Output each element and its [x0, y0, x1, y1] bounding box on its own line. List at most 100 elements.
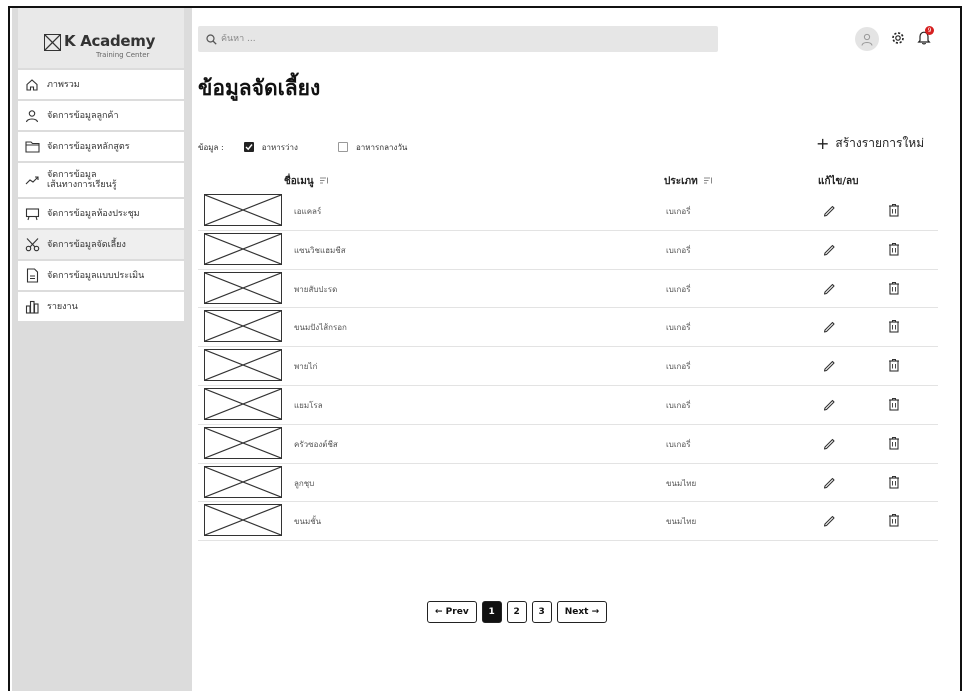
- logo-text: K Academy: [64, 32, 156, 50]
- menu-type-cell: ขนมไทย: [666, 517, 697, 527]
- logo[interactable]: K Academy Training Center: [44, 32, 164, 64]
- pencil-icon[interactable]: [822, 474, 836, 493]
- user-icon: [24, 108, 40, 124]
- image-placeholder: [204, 465, 282, 498]
- sidebar-item-overview[interactable]: ภาพรวม: [18, 70, 184, 101]
- pencil-icon[interactable]: [822, 318, 836, 337]
- filter-label: ข้อมูล :: [198, 142, 224, 152]
- sidebar-item-reports[interactable]: รายงาน: [18, 292, 184, 323]
- logo-mark-icon: [44, 34, 61, 51]
- table-row: แยมโรล เบเกอรี่: [198, 386, 938, 425]
- avatar[interactable]: [855, 27, 879, 51]
- menu-type-cell: เบเกอรี่: [666, 207, 691, 216]
- image-placeholder: [204, 271, 282, 304]
- menu-type-cell: เบเกอรี่: [666, 284, 691, 294]
- page-button-1[interactable]: 1: [481, 601, 502, 623]
- pencil-icon[interactable]: [822, 202, 836, 221]
- user-icon: [861, 33, 873, 46]
- sidebar-item-label: จัดการข้อมูลหลักสูตร: [47, 141, 130, 152]
- pencil-icon[interactable]: [822, 512, 836, 531]
- pencil-icon[interactable]: [822, 241, 836, 260]
- filter-row: ข้อมูล : อาหารว่าง อาหารกลางวัน: [198, 140, 447, 154]
- trash-icon[interactable]: [888, 512, 900, 531]
- column-header-name[interactable]: ชื่อเมนู: [284, 174, 329, 189]
- menu-type-cell: เบเกอรี่: [666, 439, 691, 449]
- pencil-icon[interactable]: [822, 435, 836, 454]
- bell-icon[interactable]: 9: [917, 25, 934, 49]
- table-body: เอแคลร์ เบเกอรี่ แซนวิชแฮมชีส เบเกอรี่ พายสั…: [198, 192, 938, 542]
- sidebar-item-label: จัดการข้อมูลแบบประเมิน: [47, 270, 145, 281]
- sidebar-item-label: จัดการข้อมูลห้องประชุม: [47, 208, 140, 219]
- menu-name-cell: พายไก่: [294, 362, 318, 372]
- image-placeholder: [204, 504, 282, 537]
- column-header-type[interactable]: ประเภท: [664, 174, 713, 189]
- plus-icon: +: [816, 133, 830, 153]
- table-header: ชื่อเมนู ประเภท แก้ไข/ลบ: [198, 172, 938, 190]
- trash-icon[interactable]: [888, 318, 900, 337]
- table-row: ครัวซองต์ชีส เบเกอรี่: [198, 425, 938, 464]
- search-bar[interactable]: [198, 26, 718, 52]
- sidebar-item-learning-path[interactable]: จัดการข้อมูล เส้นทางการเรียนรู้: [18, 163, 184, 199]
- trash-icon[interactable]: [888, 357, 900, 376]
- menu-type-cell: เบเกอรี่: [666, 245, 691, 255]
- table-row: เอแคลร์ เบเกอรี่: [198, 192, 938, 231]
- menu-name-cell: ขนมปังไส้กรอก: [294, 323, 347, 333]
- trash-icon[interactable]: [888, 280, 900, 299]
- menu-type-cell: ขนมไทย: [666, 478, 697, 488]
- sidebar-item-label: รายงาน: [47, 301, 78, 312]
- menu-name-cell: ลูกชุบ: [294, 478, 315, 488]
- page-button-2[interactable]: 2: [506, 601, 527, 623]
- image-placeholder: [204, 194, 282, 226]
- pencil-icon[interactable]: [822, 396, 836, 415]
- sidebar-item-courses[interactable]: จัดการข้อมูลหลักสูตร: [18, 132, 184, 163]
- sidebar-item-meeting-rooms[interactable]: จัดการข้อมูลห้องประชุม: [18, 199, 184, 230]
- table-row: ขนมปังไส้กรอก เบเกอรี่: [198, 308, 938, 348]
- create-new-button[interactable]: + สร้างรายการใหม่: [816, 134, 924, 153]
- filter-option-label: อาหารว่าง: [261, 142, 298, 152]
- image-placeholder: [204, 349, 282, 382]
- check-icon: [245, 144, 253, 151]
- page-button-3[interactable]: 3: [531, 601, 552, 623]
- sort-icon[interactable]: [319, 177, 329, 187]
- logo-subtitle: Training Center: [96, 51, 150, 59]
- home-icon: [24, 77, 40, 93]
- sidebar-item-evaluation[interactable]: จัดการข้อมูลแบบประเมิน: [18, 261, 184, 292]
- logo-area: K Academy Training Center: [18, 8, 184, 68]
- trash-icon[interactable]: [888, 474, 900, 493]
- column-header-label: ชื่อเมนู: [284, 176, 314, 187]
- trash-icon[interactable]: [888, 241, 900, 260]
- gear-icon[interactable]: [891, 30, 905, 49]
- trash-icon[interactable]: [888, 202, 900, 221]
- table-row: พายไก่ เบเกอรี่: [198, 347, 938, 386]
- menu-name-cell: เอแคลร์: [294, 207, 322, 216]
- sort-icon[interactable]: [703, 177, 713, 187]
- trash-icon[interactable]: [888, 435, 900, 454]
- menu-type-cell: เบเกอรี่: [666, 323, 691, 333]
- pencil-icon[interactable]: [822, 357, 836, 376]
- prev-button[interactable]: ← Prev: [427, 601, 477, 623]
- sidebar-item-catering[interactable]: จัดการข้อมูลจัดเลี้ยง: [18, 230, 184, 261]
- image-placeholder: [204, 426, 282, 459]
- header-actions: 9: [855, 25, 934, 52]
- table-row: พายสับปะรด เบเกอรี่: [198, 270, 938, 309]
- pencil-icon[interactable]: [822, 280, 836, 299]
- search-input[interactable]: [221, 34, 521, 44]
- document-icon: [24, 268, 40, 284]
- menu-name-cell: แยมโรล: [294, 400, 323, 410]
- filter-option-label: อาหารกลางวัน: [355, 142, 408, 152]
- filter-checkbox-snack[interactable]: [243, 142, 254, 152]
- scissors-icon: [24, 237, 40, 253]
- column-header-label: ประเภท: [664, 176, 698, 187]
- trash-icon[interactable]: [888, 396, 900, 415]
- pagination: ← Prev 1 2 3 Next →: [427, 601, 612, 623]
- sidebar-item-customers[interactable]: จัดการข้อมูลลูกค้า: [18, 101, 184, 132]
- table-row: ลูกชุบ ขนมไทย: [198, 464, 938, 503]
- column-header-actions: แก้ไข/ลบ: [818, 174, 859, 189]
- search-icon: [206, 30, 217, 49]
- next-button[interactable]: Next →: [556, 601, 608, 623]
- filter-checkbox-lunch[interactable]: [337, 142, 348, 152]
- sidebar-item-label: ภาพรวม: [47, 79, 80, 90]
- trend-icon: [24, 172, 40, 188]
- sidebar-item-label: จัดการข้อมูลลูกค้า: [47, 110, 119, 121]
- report-icon: [24, 299, 40, 315]
